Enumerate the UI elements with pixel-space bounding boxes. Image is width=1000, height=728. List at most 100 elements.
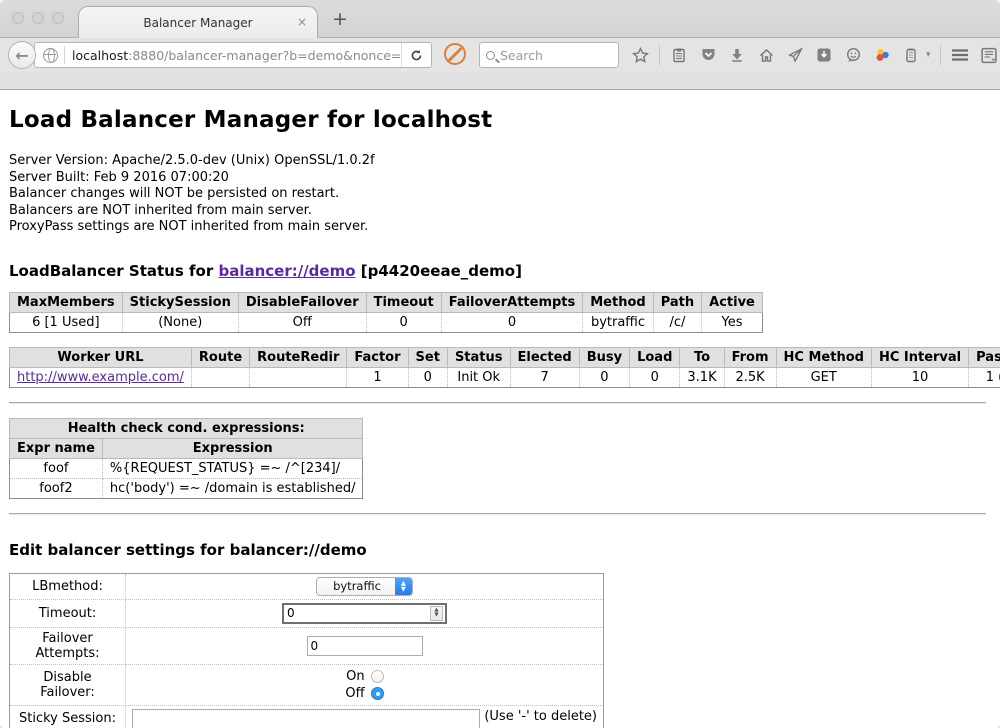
disable-failover-label: Disable Failover: (10, 664, 126, 705)
sidebar-grid-icon[interactable] (979, 45, 999, 65)
val-stickysession: (None) (122, 312, 238, 332)
container-tabs-icon[interactable] (901, 45, 921, 65)
site-identity-globe-icon[interactable] (43, 48, 58, 63)
screenshot-icon[interactable] (814, 45, 834, 65)
number-stepper-icon[interactable]: ▲▼ (430, 606, 443, 621)
worker-set: 0 (408, 367, 447, 387)
col-disablefailover: DisableFailover (238, 292, 366, 312)
home-icon[interactable] (756, 45, 776, 65)
radio-off[interactable] (371, 687, 384, 700)
minimize-window-button[interactable] (32, 12, 44, 24)
send-tab-icon[interactable] (785, 45, 805, 65)
server-version: Server Version: Apache/2.5.0-dev (Unix) … (9, 153, 986, 170)
worker-from: 2.5K (724, 367, 776, 387)
menu-hamburger-icon[interactable] (950, 45, 970, 65)
tab-close-icon[interactable]: × (297, 15, 307, 29)
val-disablefailover: Off (238, 312, 366, 332)
sticky-session-input[interactable] (132, 709, 480, 728)
worker-factor: 1 (347, 367, 408, 387)
chat-icon[interactable] (843, 45, 863, 65)
balancer-params-table: MaxMembers StickySession DisableFailover… (9, 292, 763, 333)
val-failoverattempts: 0 (441, 312, 583, 332)
close-window-button[interactable] (12, 12, 24, 24)
col-load: Load (630, 347, 680, 367)
url-path: :8880/balancer-manager?b=demo&nonce=decc… (128, 48, 401, 63)
new-tab-button[interactable]: + (332, 8, 348, 30)
params-value-row: 6 [1 Used] (None) Off 0 0 bytraffic /c/ … (10, 312, 763, 332)
tab-title: Balancer Manager (143, 16, 252, 30)
worker-elected: 7 (510, 367, 579, 387)
toolbar-divider (659, 45, 660, 65)
pocket-icon[interactable] (698, 45, 718, 65)
status-heading-prefix: LoadBalancer Status for (9, 262, 218, 280)
window-controls[interactable] (12, 12, 64, 24)
col-passes: Passes (969, 347, 1000, 367)
col-to: To (680, 347, 724, 367)
worker-route (191, 367, 249, 387)
url-bar[interactable]: localhost:8880/balancer-manager?b=demo&n… (34, 42, 432, 68)
worker-hc-interval: 10 (871, 367, 968, 387)
status-heading-suffix: [p4420eeae_demo] (356, 262, 522, 280)
hc-header-row: Expr name Expression (10, 438, 363, 458)
content-blocked-icon[interactable] (444, 43, 466, 65)
section-divider (9, 513, 986, 515)
edit-settings-heading: Edit balancer settings for balancer://de… (9, 541, 986, 559)
server-built: Server Built: Feb 9 2016 07:00:20 (9, 170, 986, 187)
tab-bar: Balancer Manager × + (0, 0, 1000, 38)
col-routeredir: RouteRedir (250, 347, 347, 367)
dropdown-caret-icon[interactable]: ▾ (926, 50, 931, 60)
failover-attempts-input[interactable] (307, 636, 423, 656)
reload-button[interactable] (401, 43, 431, 67)
expr-name: foof2 (10, 478, 103, 498)
col-factor: Factor (347, 347, 408, 367)
disable-failover-row: Disable Failover: On Off (10, 664, 604, 705)
search-bar[interactable] (479, 42, 619, 68)
bookmark-star-icon[interactable] (630, 45, 650, 65)
reading-list-icon[interactable] (669, 45, 689, 65)
persist-note: Balancer changes will NOT be persisted o… (9, 186, 986, 203)
timeout-label: Timeout: (10, 599, 126, 627)
col-set: Set (408, 347, 447, 367)
url-host: localhost (72, 48, 128, 63)
col-route: Route (191, 347, 249, 367)
search-input[interactable] (500, 48, 600, 63)
worker-row: http://www.example.com/ 1 0 Init Ok 7 0 … (10, 367, 1000, 387)
worker-passes: 1 (0) (969, 367, 1000, 387)
back-arrow-icon: ← (15, 46, 28, 65)
worker-url-link[interactable]: http://www.example.com/ (17, 370, 184, 385)
radio-on[interactable] (371, 670, 384, 683)
loadbalancer-status-heading: LoadBalancer Status for balancer://demo … (9, 262, 986, 280)
tab-balancer-manager[interactable]: Balancer Manager × (78, 6, 318, 38)
url-text[interactable]: localhost:8880/balancer-manager?b=demo&n… (72, 48, 401, 63)
expr-value: %{REQUEST_STATUS} =~ /^[234]/ (102, 458, 363, 478)
back-button[interactable]: ← (8, 41, 36, 69)
col-path: Path (653, 292, 701, 312)
timeout-input[interactable] (284, 606, 430, 620)
balancer-demo-link[interactable]: balancer://demo (218, 262, 355, 280)
lbmethod-label: LBmethod: (10, 573, 126, 599)
val-maxmembers: 6 [1 Used] (10, 312, 123, 332)
col-from: From (724, 347, 776, 367)
colored-dots-icon[interactable] (872, 45, 892, 65)
navigation-toolbar: ← localhost:8880/balancer-manager?b=demo… (0, 38, 1000, 72)
expr-value: hc('body') =~ /domain is established/ (102, 478, 363, 498)
col-active: Active (702, 292, 763, 312)
lbmethod-selected-value: bytraffic (317, 579, 395, 593)
timeout-input-wrapper: ▲▼ (282, 603, 447, 624)
toolbar-divider (940, 45, 941, 65)
val-method: bytraffic (583, 312, 653, 332)
sticky-session-label: Sticky Session: (10, 705, 126, 728)
expr-name: foof (10, 458, 103, 478)
lbmethod-row: LBmethod: bytraffic ▲▼ (10, 573, 604, 599)
col-status: Status (447, 347, 510, 367)
edit-balancer-form: LBmethod: bytraffic ▲▼ Timeout: ▲▼ (9, 573, 604, 728)
hc-row-foof2: foof2 hc('body') =~ /domain is establish… (10, 478, 363, 498)
page-title: Load Balancer Manager for localhost (9, 107, 986, 133)
workers-table: Worker URL Route RouteRedir Factor Set S… (9, 347, 1000, 388)
worker-hc-method: GET (776, 367, 871, 387)
zoom-window-button[interactable] (52, 12, 64, 24)
col-failoverattempts: FailoverAttempts (441, 292, 583, 312)
lbmethod-select[interactable]: bytraffic ▲▼ (316, 577, 413, 596)
downloads-icon[interactable] (727, 45, 747, 65)
col-expr-name: Expr name (10, 438, 103, 458)
